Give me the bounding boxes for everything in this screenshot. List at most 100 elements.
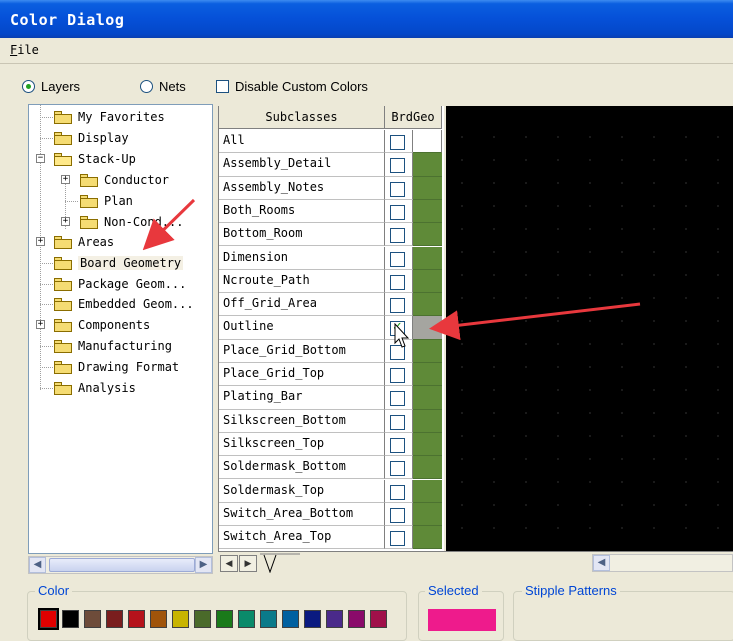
color-cell[interactable] xyxy=(413,432,442,457)
visibility-checkbox[interactable] xyxy=(390,228,405,244)
visibility-checkbox[interactable] xyxy=(390,437,405,453)
color-cell[interactable] xyxy=(413,223,442,247)
grid-row[interactable]: All xyxy=(219,130,442,154)
column-header-brdgeo[interactable]: BrdGeo xyxy=(385,106,442,129)
color-cell[interactable] xyxy=(413,199,442,224)
tree-item-conductor[interactable]: Conductor xyxy=(80,170,169,190)
color-cell[interactable] xyxy=(413,269,442,294)
color-cell[interactable] xyxy=(413,316,442,340)
menu-file[interactable]: File xyxy=(10,43,39,57)
grid-row[interactable]: Ncroute_Path xyxy=(219,269,442,294)
visibility-checkbox[interactable] xyxy=(390,274,405,290)
visibility-checkbox[interactable] xyxy=(390,368,405,383)
visibility-checkbox[interactable] xyxy=(390,298,405,314)
tree-item-embedded-geometry[interactable]: Embedded Geom... xyxy=(54,294,194,314)
color-cell[interactable] xyxy=(413,176,442,200)
visibility-checkbox[interactable] xyxy=(390,158,405,174)
palette-swatch[interactable] xyxy=(106,610,123,628)
color-cell[interactable] xyxy=(413,293,442,317)
tree-item-board-geometry[interactable]: Board Geometry xyxy=(54,253,184,273)
grid-row[interactable]: Assembly_Notes xyxy=(219,176,442,200)
color-cell[interactable] xyxy=(413,409,442,433)
tree-item-package-geometry[interactable]: Package Geom... xyxy=(54,274,186,294)
grid-row[interactable]: Silkscreen_Bottom xyxy=(219,409,442,433)
tree-horizontal-scrollbar[interactable]: ◀ ▶ xyxy=(28,556,213,574)
tree-item-areas[interactable]: Areas xyxy=(54,232,114,252)
grid-hscroll-left-button[interactable]: ◀ xyxy=(593,555,610,571)
palette-swatch[interactable] xyxy=(370,610,387,628)
grid-row[interactable]: Off_Grid_Area xyxy=(219,293,442,317)
palette-swatch[interactable] xyxy=(194,610,211,628)
tree-item-plan[interactable]: Plan xyxy=(80,191,133,211)
palette-swatch[interactable] xyxy=(282,610,299,628)
visibility-checkbox[interactable] xyxy=(390,391,405,407)
palette-swatch[interactable] xyxy=(260,610,277,628)
grid-row[interactable]: Plating_Bar xyxy=(219,386,442,410)
column-header-subclasses[interactable]: Subclasses xyxy=(219,106,385,129)
grid-row[interactable]: Soldermask_Top xyxy=(219,479,442,503)
tree-item-non-conductor[interactable]: Non-Cond... xyxy=(80,212,183,232)
expander-non-conductor[interactable]: + xyxy=(61,217,70,226)
visibility-checkbox[interactable] xyxy=(390,251,405,267)
grid-row[interactable]: Silkscreen_Top xyxy=(219,432,442,457)
palette-swatch[interactable] xyxy=(216,610,233,628)
visibility-checkbox[interactable] xyxy=(390,507,405,523)
disable-custom-colors-checkbox[interactable] xyxy=(216,80,229,93)
nets-radio[interactable] xyxy=(140,80,153,93)
grid-row[interactable]: Bottom_Room xyxy=(219,223,442,247)
grid-row[interactable]: Both_Rooms xyxy=(219,199,442,224)
grid-row[interactable]: Place_Grid_Top xyxy=(219,363,442,387)
grid-row[interactable]: Assembly_Detail xyxy=(219,153,442,177)
palette-swatch[interactable] xyxy=(84,610,101,628)
palette-swatch[interactable] xyxy=(238,610,255,628)
palette-swatch[interactable] xyxy=(38,608,59,630)
color-cell[interactable] xyxy=(413,502,442,527)
palette-swatch[interactable] xyxy=(326,610,343,628)
color-cell[interactable] xyxy=(413,386,442,410)
scroll-thumb[interactable] xyxy=(49,558,195,572)
palette-swatch[interactable] xyxy=(62,610,79,628)
palette-swatch[interactable] xyxy=(348,610,365,628)
grid-row[interactable]: Soldermask_Bottom xyxy=(219,456,442,480)
visibility-checkbox[interactable] xyxy=(390,484,405,500)
color-cell[interactable] xyxy=(413,456,442,480)
layers-radio[interactable] xyxy=(22,80,35,93)
visibility-checkbox[interactable] xyxy=(390,135,405,150)
palette-swatch[interactable] xyxy=(128,610,145,628)
tree-item-drawing-format[interactable]: Drawing Format xyxy=(54,357,179,377)
tree-item-stack-up[interactable]: Stack-Up xyxy=(54,149,136,169)
expander-areas[interactable]: + xyxy=(36,237,45,246)
color-cell[interactable] xyxy=(413,363,442,387)
visibility-checkbox[interactable] xyxy=(390,181,405,197)
palette-swatch[interactable] xyxy=(172,610,189,628)
tab-splitter-icon[interactable] xyxy=(260,553,300,573)
grid-horizontal-scrollbar[interactable]: ◀ xyxy=(592,554,733,572)
grid-row[interactable]: Switch_Area_Top xyxy=(219,526,442,550)
tree-item-components[interactable]: Components xyxy=(54,315,150,335)
tree-item-manufacturing[interactable]: Manufacturing xyxy=(54,336,172,356)
palette-swatch[interactable] xyxy=(150,610,167,628)
visibility-checkbox[interactable] xyxy=(390,531,405,547)
expander-stack-up[interactable]: − xyxy=(36,154,45,163)
tree-item-analysis[interactable]: Analysis xyxy=(54,378,136,398)
tree-item-display[interactable]: Display xyxy=(54,128,129,148)
color-cell[interactable] xyxy=(413,130,442,154)
color-cell[interactable] xyxy=(413,479,442,503)
class-tree[interactable]: − + + + + My Favorites Display Stack-Up … xyxy=(28,104,213,554)
tree-item-my-favorites[interactable]: My Favorites xyxy=(54,107,165,127)
grid-scroll-right-button[interactable]: ▶ xyxy=(239,555,257,572)
scroll-right-button[interactable]: ▶ xyxy=(195,557,212,573)
grid-row[interactable]: Switch_Area_Bottom xyxy=(219,502,442,527)
expander-components[interactable]: + xyxy=(36,320,45,329)
color-cell[interactable] xyxy=(413,526,442,550)
visibility-checkbox[interactable] xyxy=(390,204,405,220)
color-cell[interactable] xyxy=(413,339,442,363)
grid-row[interactable]: Dimension xyxy=(219,246,442,270)
expander-conductor[interactable]: + xyxy=(61,175,70,184)
palette-swatch[interactable] xyxy=(304,610,321,628)
visibility-checkbox[interactable] xyxy=(390,414,405,430)
grid-scroll-left-button[interactable]: ◀ xyxy=(220,555,238,572)
visibility-checkbox[interactable] xyxy=(390,461,405,477)
scroll-left-button[interactable]: ◀ xyxy=(29,557,46,573)
color-cell[interactable] xyxy=(413,246,442,270)
